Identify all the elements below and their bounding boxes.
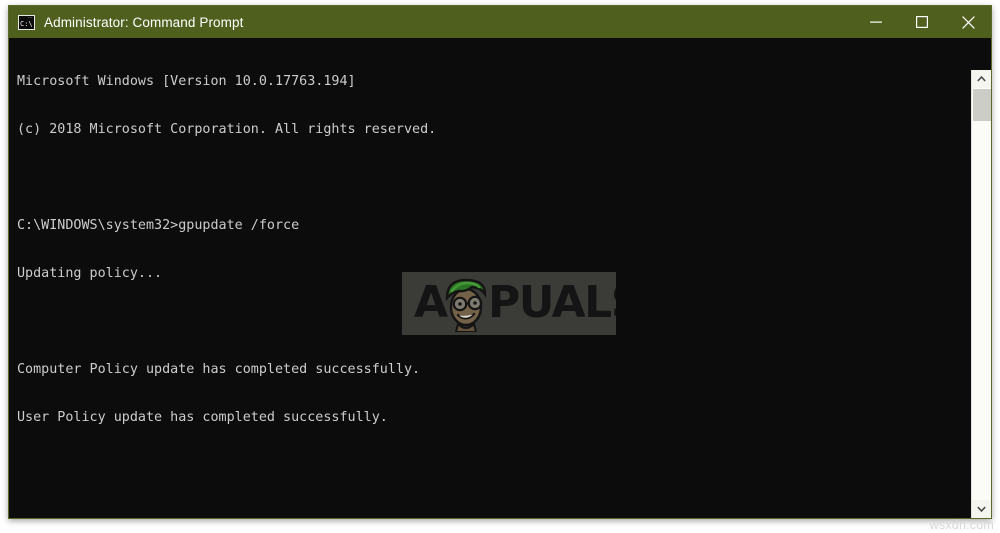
minimize-button[interactable] xyxy=(853,6,899,38)
command-prompt-window: ··· C:\. Administrator: Command Prompt xyxy=(8,5,992,519)
minimize-icon xyxy=(870,21,882,23)
icon-titlebar-dots: ··· xyxy=(27,14,33,20)
terminal-line: User Policy update has completed success… xyxy=(17,410,388,425)
maximize-icon xyxy=(916,16,928,28)
window-controls xyxy=(853,6,991,38)
close-icon xyxy=(961,15,975,29)
terminal-line: Microsoft Windows [Version 10.0.17763.19… xyxy=(17,74,356,89)
terminal-line: Computer Policy update has completed suc… xyxy=(17,362,421,377)
logo-text-puals: PUALS xyxy=(488,277,616,328)
page-background: ··· C:\. Administrator: Command Prompt xyxy=(0,0,1000,533)
site-watermark: wsxdn.com xyxy=(929,518,994,532)
appuals-mascot-icon xyxy=(445,278,487,332)
terminal-line: (c) 2018 Microsoft Corporation. All righ… xyxy=(17,122,437,137)
appuals-watermark-logo: A PUAL xyxy=(402,272,616,335)
vertical-scrollbar[interactable] xyxy=(971,70,991,518)
window-title-bar[interactable]: ··· C:\. Administrator: Command Prompt xyxy=(9,6,991,38)
window-title-label: Administrator: Command Prompt xyxy=(44,14,244,30)
scrollbar-track[interactable] xyxy=(972,88,991,500)
scrollbar-thumb[interactable] xyxy=(973,89,991,121)
maximize-button[interactable] xyxy=(899,6,945,38)
terminal-output-area[interactable]: Microsoft Windows [Version 10.0.17763.19… xyxy=(9,38,991,518)
scrollbar-down-arrow-button[interactable] xyxy=(972,500,991,518)
command-prompt-icon: ··· C:\. xyxy=(18,14,35,30)
icon-prompt-text: C:\. xyxy=(20,19,34,28)
terminal-line-command: C:\WINDOWS\system32>gpupdate /force xyxy=(17,218,300,233)
scrollbar-up-arrow-button[interactable] xyxy=(972,70,991,88)
chevron-up-icon xyxy=(977,76,986,82)
chevron-down-icon xyxy=(977,506,986,512)
close-button[interactable] xyxy=(945,6,991,38)
